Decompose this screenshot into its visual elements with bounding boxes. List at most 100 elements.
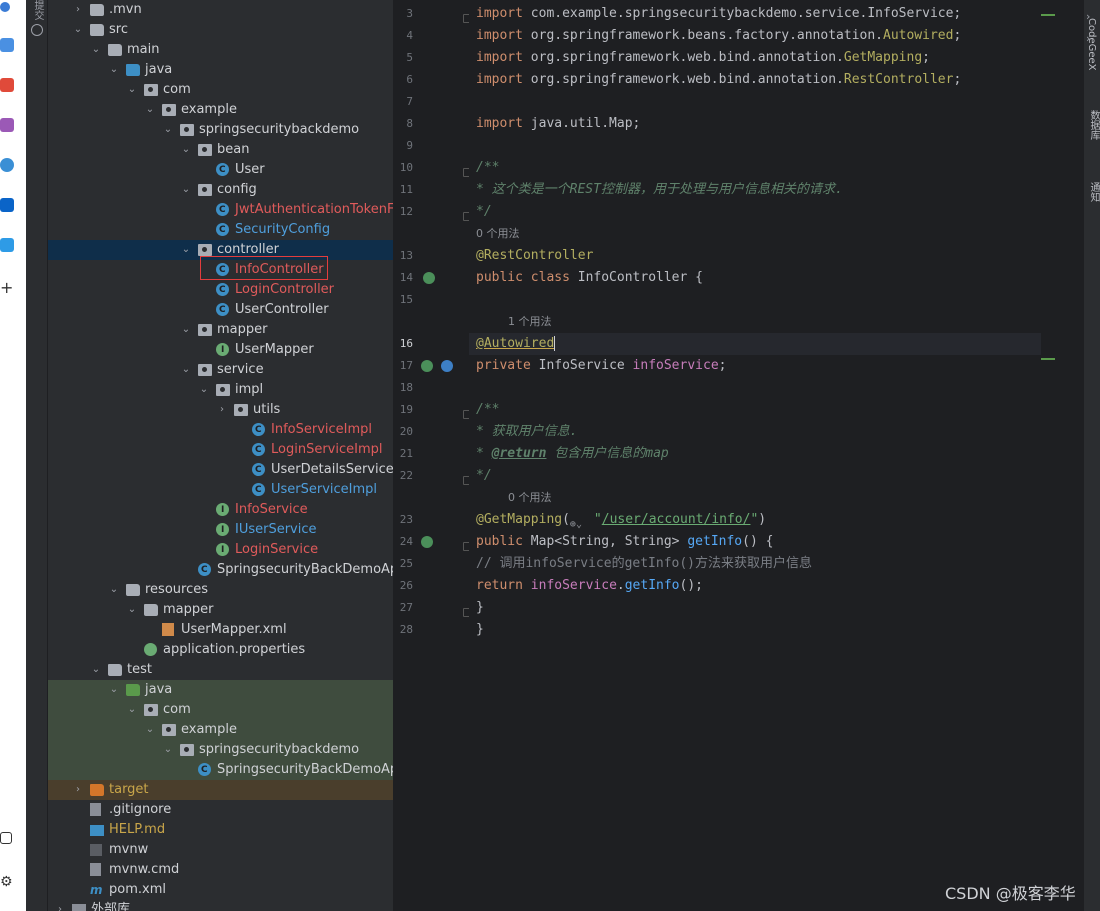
chevron-right-icon[interactable]: › (72, 0, 84, 20)
puzzle-icon[interactable] (0, 118, 14, 132)
code-line[interactable]: import org.springframework.web.bind.anno… (476, 69, 961, 91)
add-icon[interactable]: + (0, 278, 13, 297)
usage-hint[interactable]: 0 个用法 (476, 223, 520, 245)
chevron-right-icon[interactable]: › (54, 900, 66, 911)
tree-row[interactable]: InfoService (48, 500, 393, 520)
spring-bean-icon[interactable] (423, 272, 435, 284)
endpoint-icon[interactable] (421, 536, 433, 548)
tree-row[interactable]: ⌄ bean (48, 140, 393, 160)
tree-row[interactable]: ⌄ service (48, 360, 393, 380)
tree-row[interactable]: › target (48, 780, 393, 800)
tree-row[interactable]: mvnw (48, 840, 393, 860)
settings-icon[interactable]: ⚙ (0, 874, 13, 890)
code-line[interactable]: import java.util.Map; (476, 113, 640, 135)
tree-row[interactable]: HELP.md (48, 820, 393, 840)
tree-row[interactable]: ⌄ com (48, 700, 393, 720)
chevron-down-icon[interactable]: ⌄ (72, 20, 84, 40)
chevron-right-icon[interactable]: › (216, 400, 228, 420)
tree-row[interactable]: ⌄ example (48, 720, 393, 740)
chevron-down-icon[interactable]: ⌄ (162, 740, 174, 760)
tree-row[interactable]: JwtAuthenticationTokenFilte (48, 200, 393, 220)
tree-row[interactable]: ⌄ example (48, 100, 393, 120)
code-line[interactable]: public class InfoController { (476, 267, 703, 289)
tree-row[interactable]: ⌄ springsecuritybackdemo (48, 740, 393, 760)
tree-row[interactable]: ⌄ config (48, 180, 393, 200)
chevron-down-icon[interactable]: ⌄ (126, 700, 138, 720)
code-line[interactable]: */ (476, 201, 492, 223)
database-tool-label[interactable]: 数据库 (1086, 110, 1100, 140)
chevron-down-icon[interactable]: ⌄ (126, 80, 138, 100)
tree-row[interactable]: SecurityConfig (48, 220, 393, 240)
code-line[interactable]: import com.example.springsecuritybackdem… (476, 3, 961, 25)
tree-row[interactable]: UserMapper.xml (48, 620, 393, 640)
chevron-down-icon[interactable]: ⌄ (198, 380, 210, 400)
tree-row[interactable]: InfoServiceImpl (48, 420, 393, 440)
tree-row[interactable]: UserDetailsServiceImpl (48, 460, 393, 480)
tree-row[interactable]: LoginController (48, 280, 393, 300)
tree-row[interactable]: ⌄ resources (48, 580, 393, 600)
chevron-down-icon[interactable]: ⌄ (180, 360, 192, 380)
chevron-down-icon[interactable]: ⌄ (90, 660, 102, 680)
editor-scroll-strip[interactable] (1041, 0, 1084, 911)
code-line[interactable]: public Map<String, String> getInfo() { (476, 531, 773, 553)
code-line[interactable]: @GetMapping(⊕⌄ "/user/account/info/") (476, 509, 766, 531)
plugin-icon[interactable] (0, 158, 14, 172)
tree-row[interactable]: ⌄ springsecuritybackdemo (48, 120, 393, 140)
commit-tool-label[interactable]: 提交 (30, 0, 45, 20)
tree-row[interactable]: User (48, 160, 393, 180)
tree-row[interactable]: ⌄ mapper (48, 320, 393, 340)
code-line[interactable]: * 这个类是一个REST控制器，用于处理与用户信息相关的请求. (476, 179, 843, 201)
code-line[interactable]: * @return 包含用户信息的map (476, 443, 669, 465)
tree-row[interactable]: ⌄ java (48, 680, 393, 700)
send-icon[interactable] (0, 238, 14, 252)
tree-row[interactable]: › .mvn (48, 0, 393, 20)
chevron-down-icon[interactable]: ⌄ (108, 580, 120, 600)
toolbox-icon[interactable] (0, 78, 14, 92)
code-line[interactable]: private InfoService infoService; (476, 355, 726, 377)
debug-icon[interactable] (0, 832, 12, 844)
tree-row[interactable]: › 外部库 (48, 900, 393, 911)
navigate-bean-icon[interactable] (441, 360, 453, 372)
search-icon[interactable] (0, 2, 10, 12)
tree-row[interactable]: ⌄ com (48, 80, 393, 100)
chevron-down-icon[interactable]: ⌄ (126, 600, 138, 620)
tree-row[interactable]: ⌄ main (48, 40, 393, 60)
spring-autowired-icon[interactable] (421, 360, 433, 372)
code-line[interactable]: */ (476, 465, 492, 487)
commit-tool-icon[interactable] (31, 24, 43, 36)
outlook-icon[interactable] (0, 198, 14, 212)
editor-gutter[interactable]: 3 4 5 6 7 8 9 10 11 12 13 14 15 16 17 18 19 20 21 22 23 24 25 2… (393, 0, 471, 911)
usage-hint[interactable]: 0 个用法 (508, 487, 552, 509)
tree-row[interactable]: pom.xml (48, 880, 393, 900)
paint-icon[interactable] (0, 38, 14, 52)
tree-row[interactable]: ⌄ test (48, 660, 393, 680)
tree-row[interactable]: SpringsecurityBackDemoAppli (48, 760, 393, 780)
tree-row[interactable]: .gitignore (48, 800, 393, 820)
notifications-tool-label[interactable]: 通知 (1086, 182, 1100, 202)
tree-row[interactable]: mvnw.cmd (48, 860, 393, 880)
tree-row[interactable]: SpringsecurityBackDemoAppli (48, 560, 393, 580)
code-line[interactable]: } (476, 619, 484, 641)
chevron-down-icon[interactable]: ⌄ (144, 100, 156, 120)
code-editor[interactable]: import com.example.springsecuritybackdem… (469, 0, 1041, 911)
code-line[interactable]: /** (476, 157, 499, 179)
code-line[interactable]: @Autowired (469, 333, 1041, 355)
tree-row[interactable]: ⌄ java (48, 60, 393, 80)
tree-row[interactable]: ⌄ src (48, 20, 393, 40)
codegeex-tool-label[interactable]: CodeGeeX (1086, 18, 1097, 71)
tree-row[interactable]: application.properties (48, 640, 393, 660)
tree-row[interactable]: ⌄ mapper (48, 600, 393, 620)
chevron-down-icon[interactable]: ⌄ (108, 60, 120, 80)
chevron-down-icon[interactable]: ⌄ (162, 120, 174, 140)
chevron-down-icon[interactable]: ⌄ (180, 140, 192, 160)
code-line[interactable]: * 获取用户信息. (476, 421, 577, 443)
tree-row[interactable]: UserMapper (48, 340, 393, 360)
chevron-down-icon[interactable]: ⌄ (180, 320, 192, 340)
code-line[interactable]: return infoService.getInfo(); (476, 575, 703, 597)
code-line[interactable]: import org.springframework.web.bind.anno… (476, 47, 930, 69)
chevron-down-icon[interactable]: ⌄ (108, 680, 120, 700)
code-line[interactable]: @RestController (476, 245, 593, 267)
tree-row[interactable]: › utils (48, 400, 393, 420)
project-tree[interactable]: › .mvn ⌄ src ⌄ main ⌄ java ⌄ com ⌄ example ⌄ springse… (48, 0, 393, 911)
code-line[interactable]: // 调用infoService的getInfo()方法来获取用户信息 (476, 553, 812, 575)
